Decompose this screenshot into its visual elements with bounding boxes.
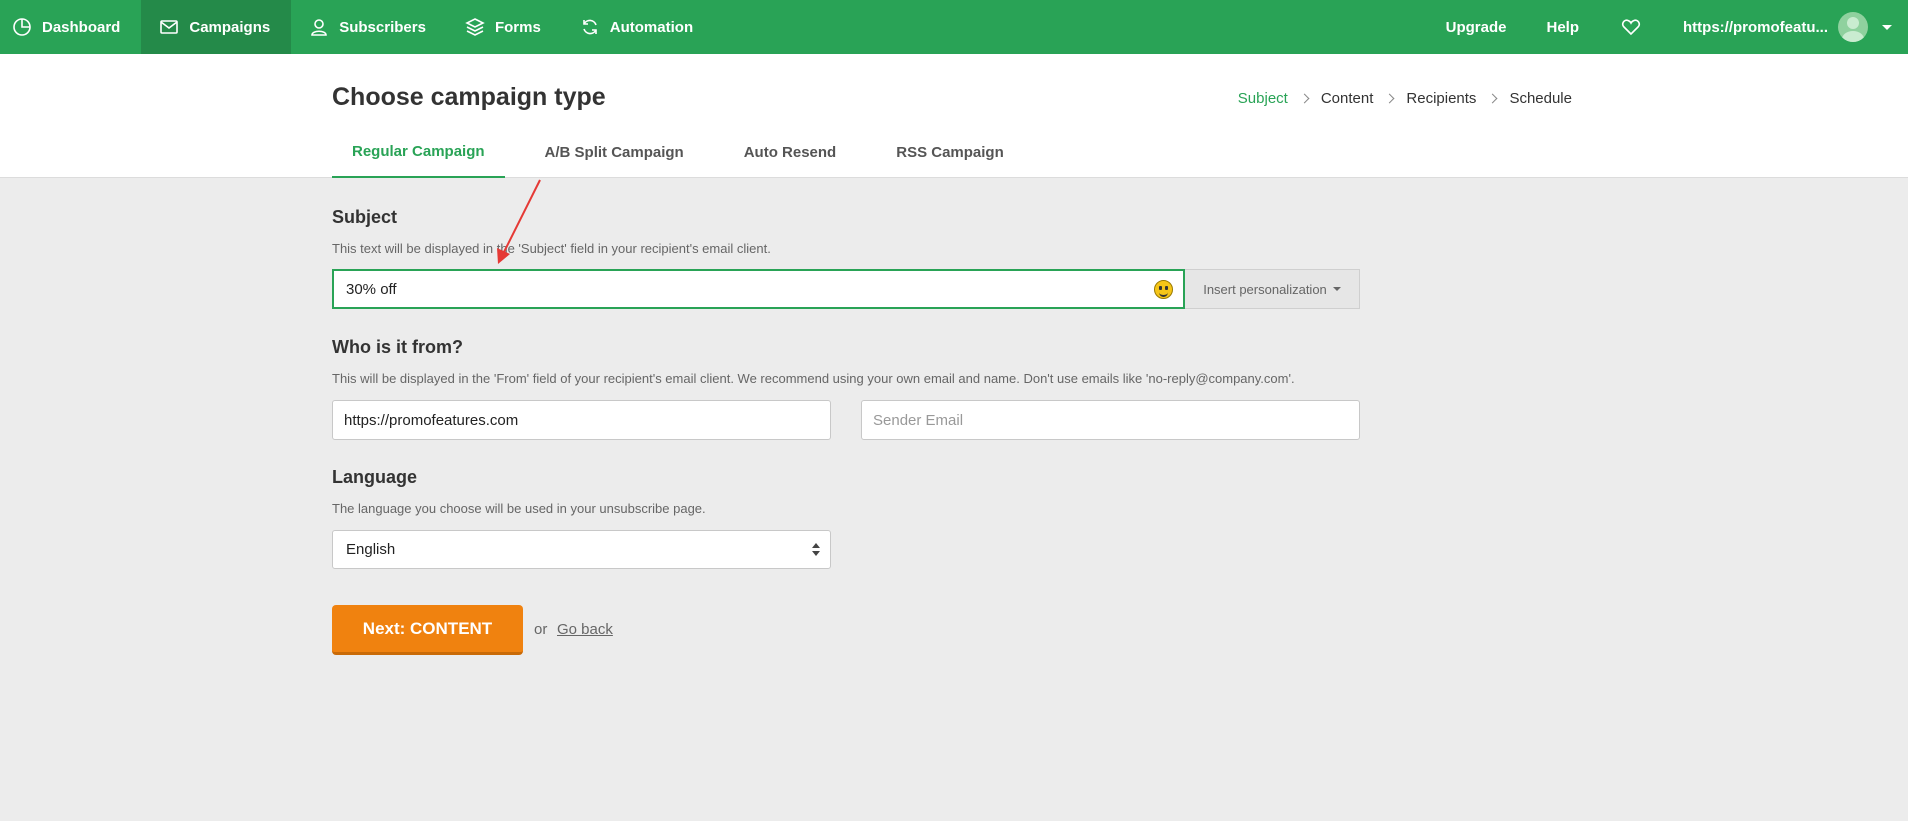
layers-icon <box>465 18 485 36</box>
page-title: Choose campaign type <box>332 83 606 111</box>
next-content-button[interactable]: Next: CONTENT <box>332 605 523 655</box>
sender-email-placeholder: Sender Email <box>873 411 964 429</box>
language-select[interactable]: English <box>332 530 831 569</box>
step-schedule: Schedule <box>1509 90 1572 107</box>
nav-subscribers-label: Subscribers <box>339 18 426 36</box>
chevron-right-icon <box>1299 93 1310 104</box>
chevron-right-icon <box>1487 93 1498 104</box>
emoji-icon[interactable] <box>1154 280 1173 299</box>
go-back-link[interactable]: Go back <box>557 621 613 638</box>
nav-campaigns-label: Campaigns <box>189 18 271 36</box>
heart-icon <box>1621 19 1641 36</box>
nav-help[interactable]: Help <box>1526 0 1599 54</box>
nav-right: Upgrade Help https://promofeatu... <box>1426 0 1908 54</box>
or-text: or <box>534 621 548 638</box>
sender-email-field[interactable]: Sender Email <box>861 400 1360 440</box>
tab-regular-campaign[interactable]: Regular Campaign <box>332 126 505 178</box>
nav-automation-label: Automation <box>609 18 694 36</box>
subject-help-text: This text will be displayed in the 'Subj… <box>332 241 771 256</box>
from-heading: Who is it from? <box>332 337 463 357</box>
step-content: Content <box>1320 90 1374 107</box>
insert-personalization-label: Insert personalization <box>1203 281 1327 297</box>
language-selected-value: English <box>346 541 396 558</box>
nav-forms[interactable]: Forms <box>447 0 562 54</box>
refresh-icon <box>582 19 597 35</box>
nav-forms-label: Forms <box>494 18 541 36</box>
tab-ab-split-campaign[interactable]: A/B Split Campaign <box>525 126 704 178</box>
account-menu[interactable]: https://promofeatu... <box>1663 0 1908 54</box>
user-icon <box>311 19 328 36</box>
mail-icon <box>160 20 179 34</box>
nav-upgrade[interactable]: Upgrade <box>1426 0 1527 54</box>
nav-favorites[interactable] <box>1599 0 1663 54</box>
step-subject: Subject <box>1237 90 1288 107</box>
breadcrumb: Subject Content Recipients Schedule <box>1238 90 1572 107</box>
nav-campaigns[interactable]: Campaigns <box>141 0 292 54</box>
select-arrows-icon <box>812 543 820 557</box>
nav-subscribers[interactable]: Subscribers <box>291 0 447 54</box>
sender-name-value: https://promofeatures.com <box>344 411 519 429</box>
sender-name-field[interactable]: https://promofeatures.com <box>332 400 831 440</box>
from-help-text: This will be displayed in the 'From' fie… <box>332 371 1295 386</box>
nav-dashboard-label: Dashboard <box>42 18 121 36</box>
subject-input[interactable]: 30% off <box>332 269 1185 309</box>
chevron-right-icon <box>1384 93 1395 104</box>
annotation-arrow-icon <box>497 179 541 264</box>
nav-dashboard[interactable]: Dashboard <box>0 0 141 54</box>
page-header: Choose campaign type Subject Content Rec… <box>0 54 1908 178</box>
language-heading: Language <box>332 467 418 487</box>
subject-field-group: 30% off Insert personalization <box>332 269 1360 309</box>
account-name: https://promofeatu... <box>1683 18 1828 36</box>
insert-personalization-button[interactable]: Insert personalization <box>1185 269 1360 309</box>
chevron-down-icon <box>1882 24 1892 30</box>
dashboard-icon <box>13 18 31 36</box>
step-recipients: Recipients <box>1406 90 1477 107</box>
caret-down-icon <box>1332 287 1341 291</box>
top-navigation: Dashboard Campaigns Subscribers Forms Au… <box>0 0 1908 54</box>
tab-rss-campaign[interactable]: RSS Campaign <box>876 126 1024 178</box>
tab-auto-resend[interactable]: Auto Resend <box>724 126 857 178</box>
subject-heading: Subject <box>332 207 398 227</box>
campaign-type-tabs: Regular Campaign A/B Split Campaign Auto… <box>332 126 1044 178</box>
subject-value: 30% off <box>346 280 397 298</box>
avatar <box>1838 12 1868 42</box>
language-help-text: The language you choose will be used in … <box>332 501 706 516</box>
nav-automation[interactable]: Automation <box>562 0 714 54</box>
